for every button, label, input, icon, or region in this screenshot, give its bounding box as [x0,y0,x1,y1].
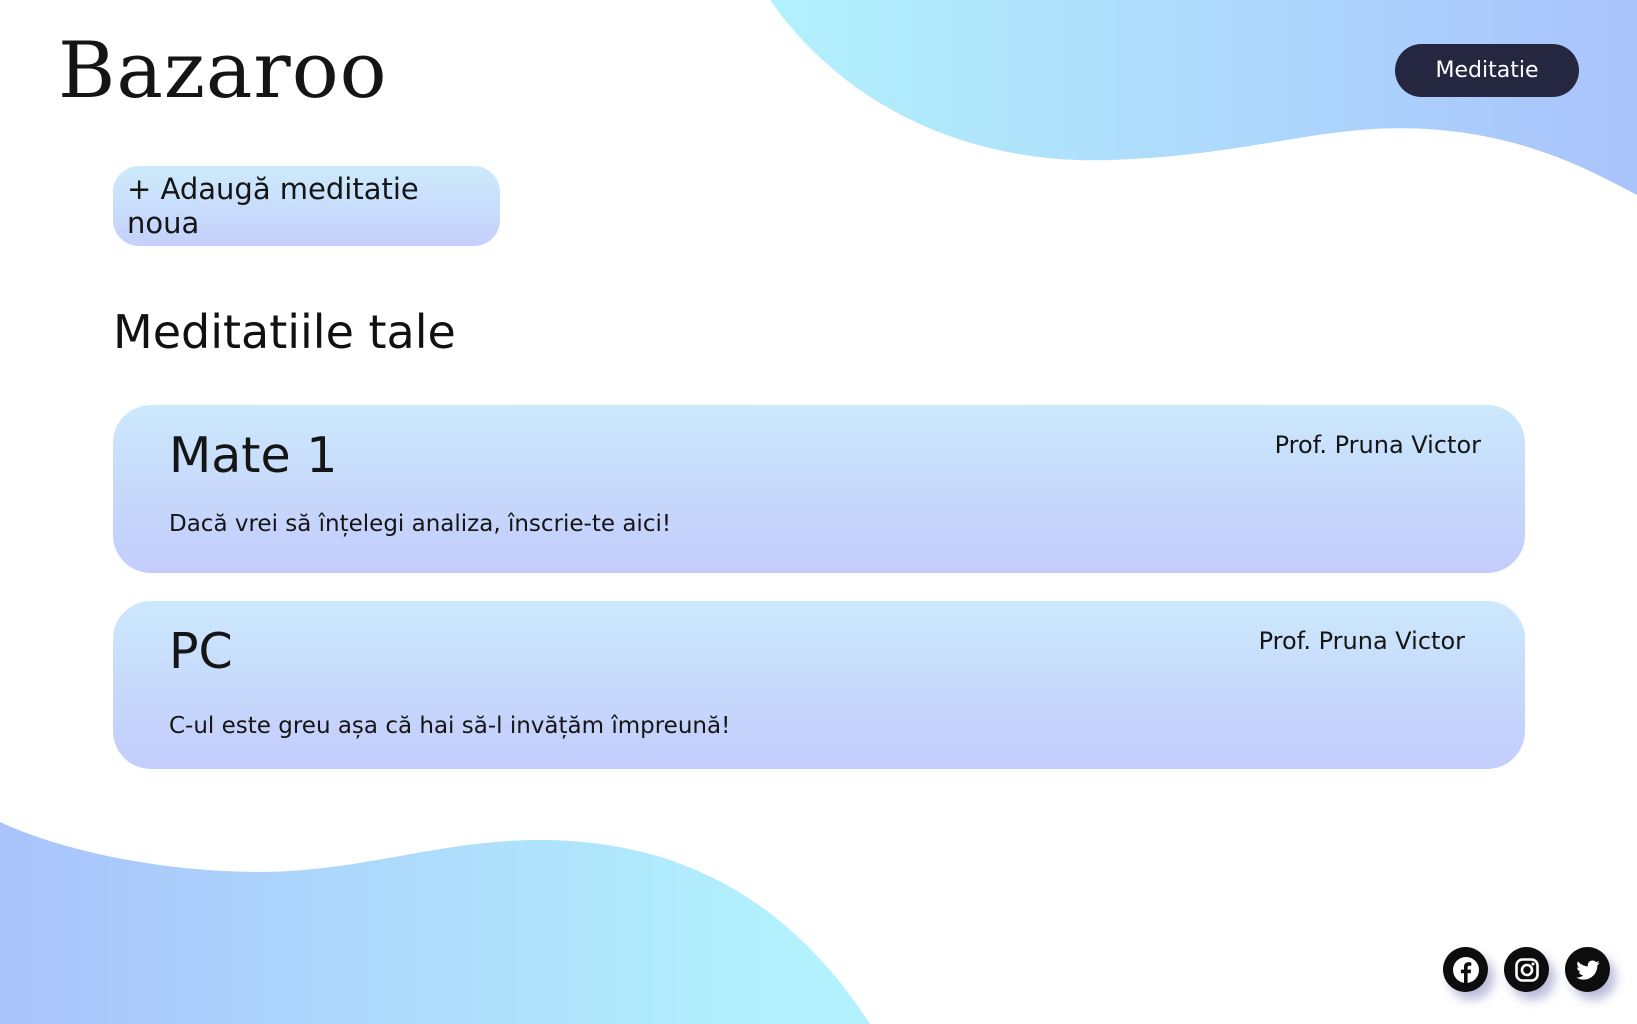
twitter-icon[interactable] [1565,947,1610,992]
facebook-icon[interactable] [1443,947,1488,992]
section-title: Meditatiile tale [113,305,456,359]
add-meditation-button[interactable]: + Adaugă meditatie noua [113,166,500,246]
meditation-description: Dacă vrei să înțelegi analiza, înscrie-t… [169,511,672,537]
meditation-professor: Prof. Pruna Victor [1274,431,1481,459]
meditation-card[interactable]: Mate 1 Prof. Pruna Victor Dacă vrei să î… [113,405,1525,573]
social-links [1443,947,1610,992]
bottom-wave-decoration [0,822,870,1024]
meditation-description: C-ul este greu așa că hai să-l invățăm î… [169,713,731,739]
meditation-title: PC [169,623,233,680]
instagram-icon[interactable] [1504,947,1549,992]
meditation-title: Mate 1 [169,427,338,484]
brand-logo[interactable]: Bazaroo [58,22,388,110]
meditatie-nav-button[interactable]: Meditatie [1395,44,1579,97]
meditation-card[interactable]: PC Prof. Pruna Victor C-ul este greu așa… [113,601,1525,769]
meditation-professor: Prof. Pruna Victor [1258,627,1465,655]
